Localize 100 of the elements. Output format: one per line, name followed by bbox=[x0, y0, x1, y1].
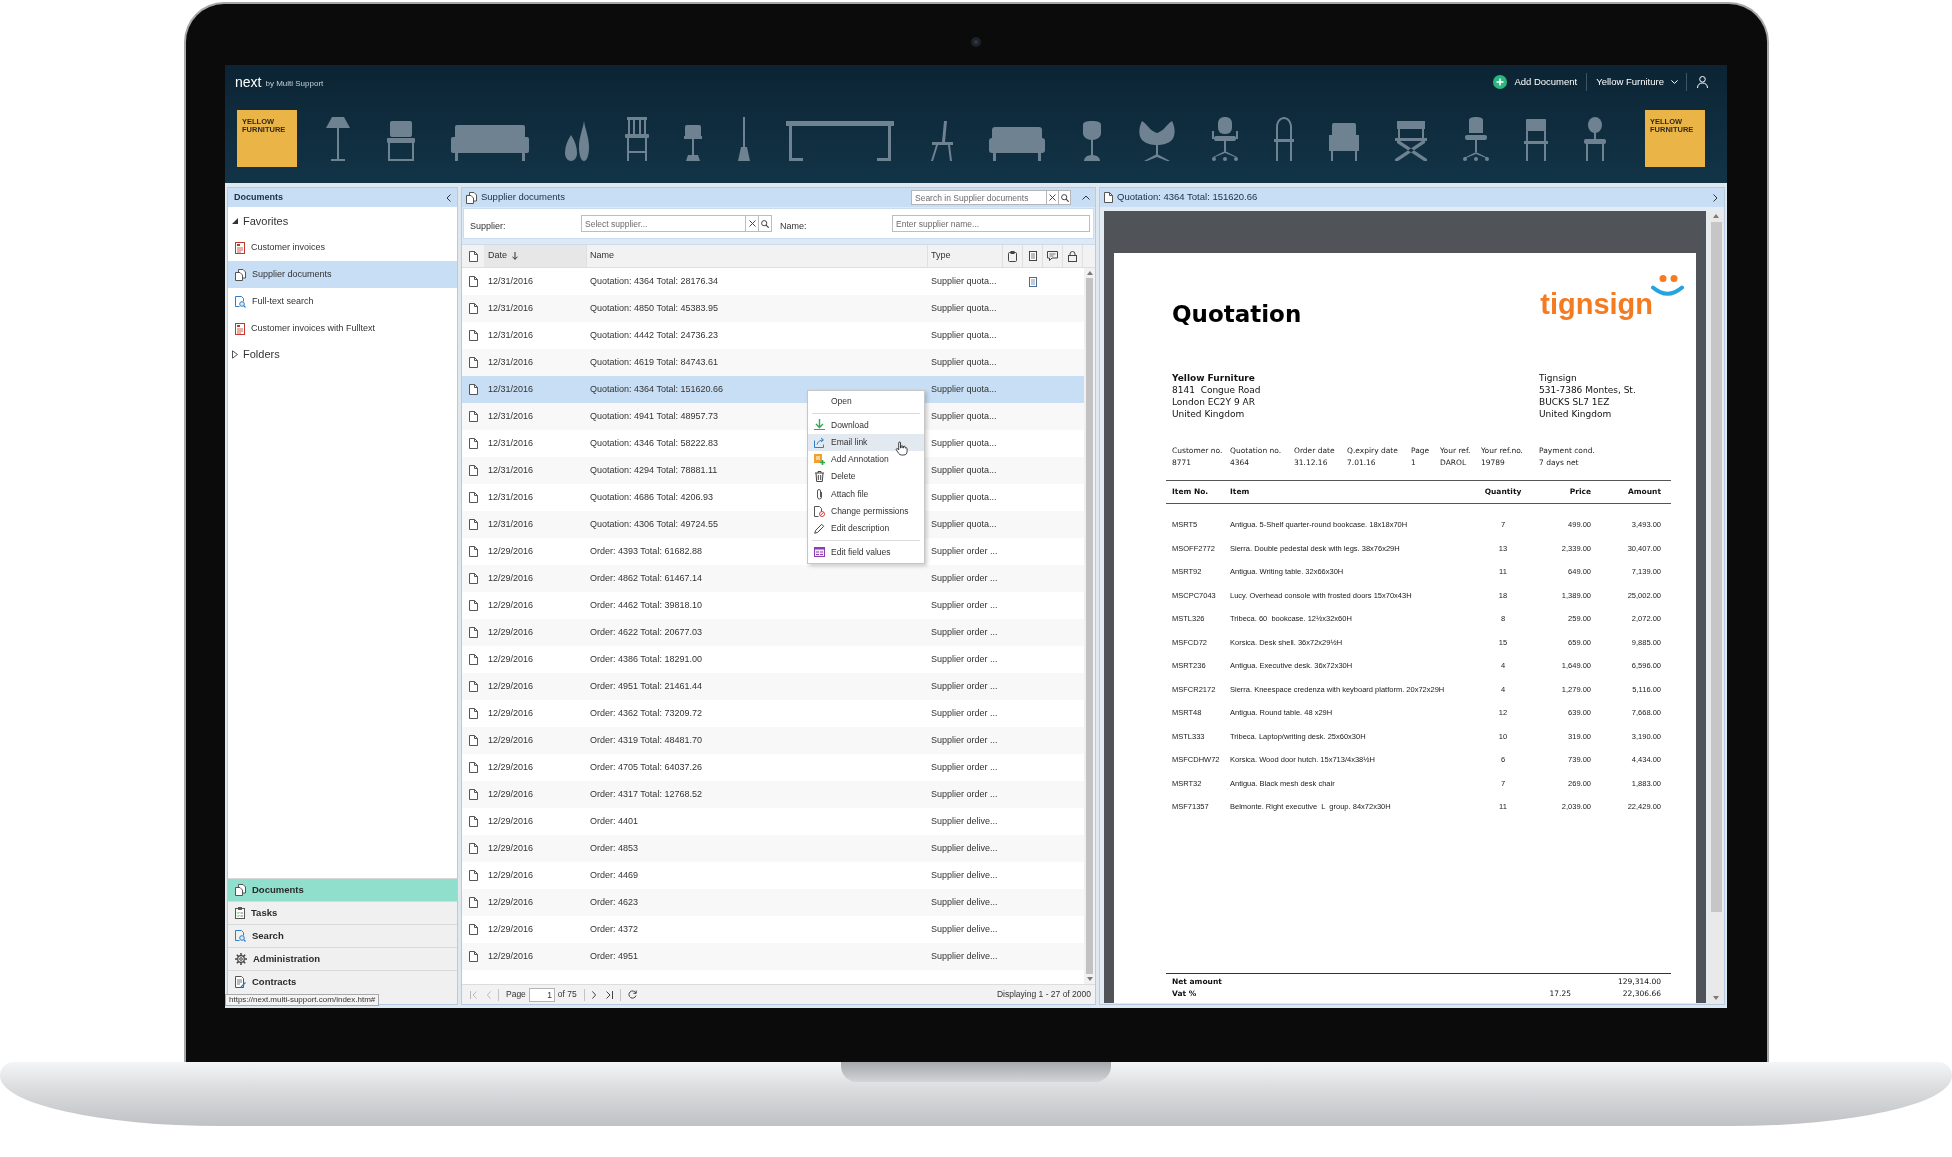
date-text: 12/29/2016 bbox=[488, 869, 534, 880]
scroll-up-icon[interactable] bbox=[1086, 271, 1093, 275]
pencil-icon bbox=[813, 523, 825, 535]
menu-item[interactable]: Edit field values bbox=[808, 543, 924, 561]
input-field[interactable]: Enter supplier name... bbox=[892, 215, 1090, 232]
menu-item[interactable]: Edit description bbox=[808, 520, 924, 538]
document-type: Supplier order ... bbox=[931, 626, 998, 637]
user-icon[interactable] bbox=[1697, 76, 1708, 88]
menu-item[interactable]: Open bbox=[808, 393, 924, 411]
table-row[interactable]: 12/29/2016 Order: 4862 Total: 61467.14 Supplier order ... bbox=[462, 565, 1084, 592]
address-line: London EC2Y 9 AR bbox=[1172, 396, 1255, 408]
document-name: Order: 4622 Total: 20677.03 bbox=[590, 626, 702, 637]
address-line: United Kingdom bbox=[1539, 408, 1612, 420]
document-type: Supplier quota... bbox=[931, 491, 997, 502]
note-icon[interactable] bbox=[1029, 276, 1037, 287]
document-type: Supplier order ... bbox=[931, 653, 998, 664]
invoice-icon bbox=[235, 322, 245, 335]
note-plus-icon bbox=[813, 454, 825, 466]
document-heading: Quotation bbox=[1172, 301, 1302, 327]
file-icon bbox=[1104, 192, 1113, 203]
scroll-up-icon[interactable] bbox=[1713, 214, 1719, 218]
table-row[interactable]: 12/31/2016 Quotation: 4850 Total: 45383.95 Supplier quota... bbox=[462, 295, 1084, 322]
table-row[interactable]: 12/29/2016 Order: 4317 Total: 12768.52 Supplier order ... bbox=[462, 781, 1084, 808]
document-type: Supplier delive... bbox=[931, 815, 998, 826]
document-type: Supplier quota... bbox=[931, 329, 997, 340]
sidebar-item[interactable]: Supplier documents bbox=[228, 261, 457, 288]
table-row[interactable]: 12/29/2016 Order: 4951 Total: 21461.44 Supplier order ... bbox=[462, 673, 1084, 700]
last-page-icon[interactable] bbox=[605, 990, 613, 999]
document-name: Order: 4372 bbox=[590, 923, 639, 934]
collapsed-triangle-icon[interactable] bbox=[232, 349, 238, 359]
account-menu[interactable]: Yellow Furniture bbox=[1596, 74, 1678, 90]
table-row[interactable]: 12/29/2016 Order: 4623 Supplier delive... bbox=[462, 889, 1084, 916]
document-name: Order: 4469 bbox=[590, 869, 639, 880]
logo-text: next bbox=[235, 74, 262, 90]
document-name: Order: 4462 Total: 39818.10 bbox=[590, 599, 702, 610]
paperclip-icon bbox=[816, 488, 822, 500]
document-name: Quotation: 4686 Total: 4206.93 bbox=[590, 491, 713, 502]
refresh-icon[interactable] bbox=[627, 990, 637, 999]
scroll-down-icon[interactable] bbox=[1713, 996, 1719, 1000]
file-icon bbox=[468, 600, 478, 611]
document-name: Quotation: 4941 Total: 48957.73 bbox=[590, 410, 718, 421]
file-icon bbox=[468, 762, 478, 773]
document-name: Order: 4401 bbox=[590, 815, 639, 826]
chair-icon bbox=[385, 121, 416, 161]
table-row[interactable]: 12/29/2016 Order: 4622 Total: 20677.03 Supplier order ... bbox=[462, 619, 1084, 646]
file-icon bbox=[468, 276, 478, 287]
nav-item[interactable]: Documents bbox=[228, 878, 457, 901]
logo-tagline: by Multi Support bbox=[265, 79, 324, 88]
document-type: Supplier quota... bbox=[931, 383, 997, 394]
document-type: Supplier delive... bbox=[931, 869, 998, 880]
tree-node[interactable]: Favorites bbox=[228, 211, 457, 231]
menu-item[interactable]: Download bbox=[808, 416, 924, 434]
chevron-left-icon[interactable] bbox=[446, 193, 451, 202]
pager-summary: Displaying 1 - 27 of 2000 bbox=[996, 988, 1091, 1001]
table-row[interactable]: 12/29/2016 Order: 4853 Supplier delive... bbox=[462, 835, 1084, 862]
scroll-down-icon[interactable] bbox=[1086, 977, 1093, 981]
document-name: Quotation: 4619 Total: 84743.61 bbox=[590, 356, 718, 367]
file-icon bbox=[468, 951, 478, 962]
next-page-icon[interactable] bbox=[591, 990, 596, 999]
clear-button[interactable] bbox=[1047, 190, 1059, 205]
bentwood-chair-icon bbox=[1273, 117, 1294, 161]
document-name: Order: 4623 bbox=[590, 896, 639, 907]
pedestal-chair-icon bbox=[1080, 121, 1103, 161]
document-name: Order: 4317 Total: 12768.52 bbox=[590, 788, 702, 799]
document-name: Quotation: 4306 Total: 49724.55 bbox=[590, 518, 718, 529]
search-button[interactable] bbox=[759, 215, 772, 232]
chevron-up-icon[interactable] bbox=[1082, 195, 1090, 200]
document-type: Supplier order ... bbox=[931, 734, 998, 745]
file-icon bbox=[468, 411, 478, 422]
document-name: Order: 4853 bbox=[590, 842, 639, 853]
menu-item[interactable]: Attach file bbox=[808, 485, 924, 503]
filter-label: Name: bbox=[780, 220, 807, 231]
column-header[interactable]: Type bbox=[928, 245, 1003, 267]
table-row[interactable]: 12/29/2016 Order: 4319 Total: 48481.70 Supplier order ... bbox=[462, 727, 1084, 754]
document-type: Supplier delive... bbox=[931, 950, 998, 961]
note-icon bbox=[1028, 251, 1037, 261]
menu-item[interactable]: Delete bbox=[808, 468, 924, 486]
tree-node[interactable]: Folders bbox=[228, 344, 457, 364]
scrollbar-thumb[interactable] bbox=[1710, 222, 1722, 912]
settings-icon bbox=[235, 953, 247, 965]
expanded-triangle-icon[interactable] bbox=[232, 218, 238, 224]
file-icon bbox=[468, 897, 478, 908]
search-button[interactable] bbox=[1059, 190, 1071, 205]
input-field[interactable]: Select supplier... bbox=[581, 215, 746, 232]
file-icon bbox=[468, 546, 478, 557]
column-header[interactable]: Date bbox=[484, 245, 587, 267]
page-input[interactable]: 1 bbox=[528, 987, 555, 1002]
chair-icon bbox=[1524, 119, 1549, 161]
add-document-button[interactable]: Add Document bbox=[1493, 74, 1578, 90]
search-field[interactable]: Search in Supplier documents bbox=[911, 190, 1047, 205]
file-icon bbox=[468, 465, 478, 476]
chevron-right-icon[interactable] bbox=[1713, 193, 1718, 202]
table-row[interactable]: 12/31/2016 Quotation: 4619 Total: 84743.61 Supplier quota... bbox=[462, 349, 1084, 376]
document-name: Quotation: 4346 Total: 58222.83 bbox=[590, 437, 718, 448]
search-icon bbox=[761, 219, 769, 228]
file-icon bbox=[468, 627, 478, 638]
table-row[interactable]: 12/29/2016 Order: 4951 Supplier delive... bbox=[462, 943, 1084, 970]
clear-button[interactable] bbox=[746, 215, 759, 232]
scrollbar-thumb[interactable] bbox=[1086, 278, 1093, 974]
column-header[interactable]: Name bbox=[587, 245, 928, 267]
